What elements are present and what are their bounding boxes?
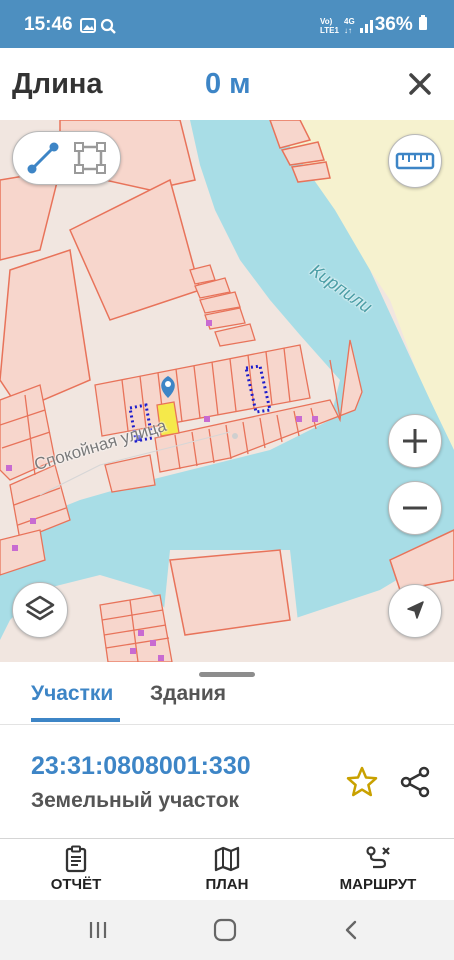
length-value: 0 м: [205, 68, 251, 100]
close-icon: [409, 73, 431, 95]
nav-report[interactable]: ОТЧЁТ: [21, 845, 131, 893]
ruler-button[interactable]: [388, 134, 442, 188]
parcel-bottom-sheet: Участки Здания 23:31:0808001:330 Земельн…: [0, 662, 454, 838]
area-mode-button[interactable]: [70, 138, 110, 178]
route-icon: [366, 846, 390, 869]
status-notification-icons: [80, 18, 120, 39]
svg-text:↓↑: ↓↑: [344, 26, 352, 34]
close-button[interactable]: [400, 64, 440, 104]
status-signal-icons: Vo) LTE1 4G ↓↑: [320, 16, 380, 39]
measure-toolbar: Длина 0 м: [0, 48, 454, 120]
share-button[interactable]: [397, 764, 433, 800]
parcel-type: Земельный участок: [31, 789, 239, 812]
locate-button[interactable]: [388, 584, 442, 638]
line-measure-icon: [27, 142, 59, 174]
battery-icon: [419, 15, 427, 30]
back-chevron-icon: [345, 920, 357, 940]
layers-icon: [25, 595, 55, 621]
nav-plan-label: ПЛАН: [205, 876, 249, 893]
star-icon: [346, 766, 378, 797]
sheet-drag-handle[interactable]: [199, 672, 255, 677]
parcel: [0, 249, 91, 411]
recent-apps-icon: [89, 922, 107, 938]
minus-icon: [403, 506, 427, 510]
map-canvas[interactable]: [0, 120, 454, 662]
home-icon: [213, 918, 237, 942]
plus-icon: [403, 429, 427, 453]
nav-route-label: МАРШРУТ: [339, 876, 417, 893]
nav-plan[interactable]: ПЛАН: [172, 845, 282, 893]
battery-level: 36%: [375, 14, 428, 36]
divider: [0, 724, 454, 725]
measure-mode-toggle[interactable]: [12, 131, 121, 185]
parcel: [69, 178, 201, 321]
layers-button[interactable]: [12, 582, 68, 638]
status-bar: 15:46 Vo) LTE1 4G ↓↑ 36%: [0, 0, 454, 48]
ruler-icon: [395, 152, 435, 170]
navigation-arrow-icon: [407, 601, 424, 619]
parcel: [169, 549, 291, 636]
status-time: 15:46: [24, 14, 73, 35]
area-measure-icon: [74, 142, 106, 174]
share-icon: [400, 766, 430, 798]
svg-text:Vo): Vo): [320, 17, 333, 26]
favorite-button[interactable]: [344, 764, 380, 800]
report-clipboard-icon: [65, 845, 87, 873]
line-mode-button[interactable]: [23, 138, 63, 178]
svg-text:LTE1: LTE1: [320, 26, 340, 34]
page-title: Длина: [12, 68, 103, 100]
zoom-out-button[interactable]: [388, 481, 442, 535]
map-view[interactable]: Спокойная улица Кирпили: [0, 120, 454, 662]
active-tab-indicator: [31, 718, 120, 722]
tab-buildings[interactable]: Здания: [150, 682, 226, 706]
gallery-icon: [80, 18, 96, 33]
zoom-in-button[interactable]: [388, 414, 442, 468]
system-navigation-bar: [0, 900, 454, 960]
nav-report-label: ОТЧЁТ: [50, 876, 102, 893]
home-button[interactable]: [212, 917, 238, 943]
svg-text:4G: 4G: [344, 17, 355, 26]
recent-apps-button[interactable]: [85, 917, 111, 943]
back-button[interactable]: [339, 917, 365, 943]
tab-parcels[interactable]: Участки: [31, 682, 113, 706]
parcel-cadastral-number[interactable]: 23:31:0808001:330: [31, 752, 251, 781]
map-plan-icon: [214, 846, 240, 872]
nav-route[interactable]: МАРШРУТ: [323, 845, 433, 893]
search-icon: [100, 18, 114, 32]
bottom-navigation: ОТЧЁТ ПЛАН МАРШРУТ: [0, 838, 454, 901]
